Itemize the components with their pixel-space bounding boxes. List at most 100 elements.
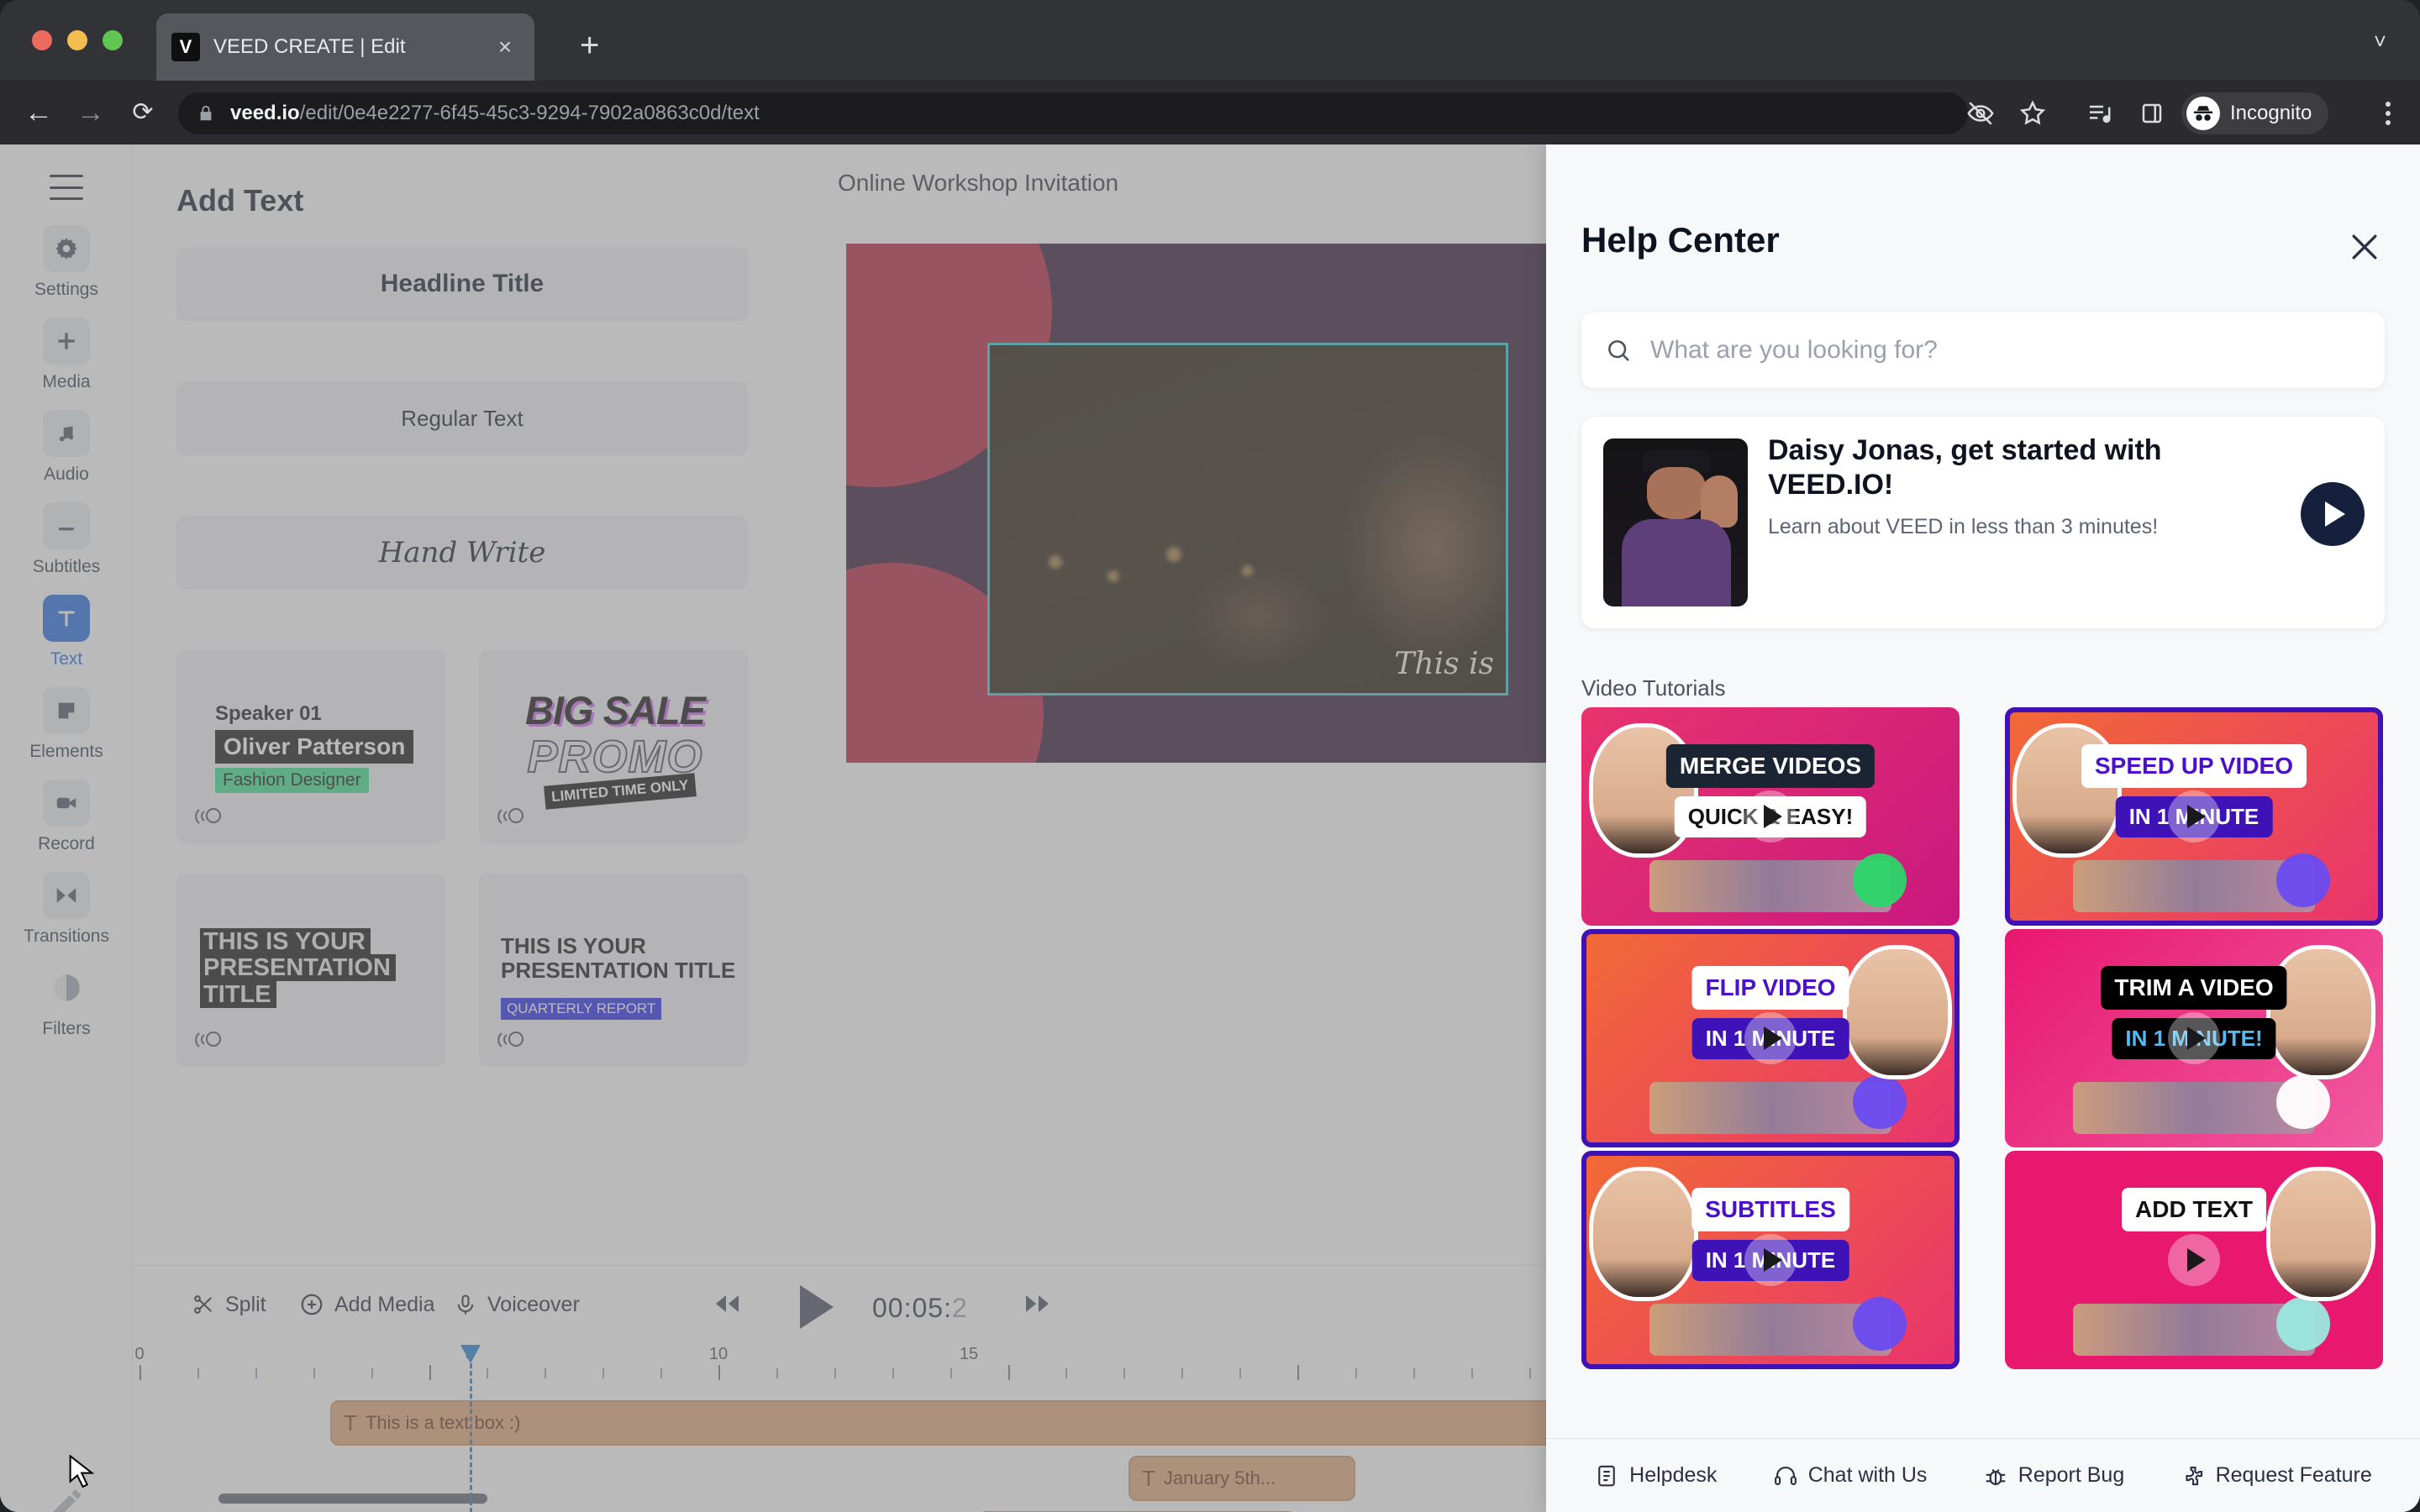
timeline: Split Add Media Voiceover 00:05:2 0 10 1…	[133, 1265, 1763, 1512]
current-time: 00:05:2	[872, 1293, 968, 1324]
veed-favicon-icon: V	[171, 33, 200, 61]
helpdesk-link[interactable]: Helpdesk	[1594, 1463, 1717, 1488]
animation-icon	[195, 1032, 221, 1047]
fast-forward-icon[interactable]	[1023, 1293, 1052, 1321]
thumbnail-headline: TRIM A VIDEO	[2101, 966, 2287, 1010]
preset-hand-write[interactable]: Hand Write	[176, 516, 748, 590]
play-button[interactable]	[2168, 1234, 2220, 1286]
forward-icon[interactable]: →	[72, 94, 109, 131]
close-icon[interactable]	[2346, 228, 2383, 265]
tutorial-card[interactable]: SUBTITLES IN 1 MINUTE	[1581, 1151, 1960, 1369]
search-box[interactable]	[1581, 312, 2385, 388]
edit-pencil-button[interactable]	[0, 1485, 133, 1512]
rewind-icon[interactable]	[713, 1293, 741, 1321]
ruler-tick	[950, 1368, 952, 1378]
search-input[interactable]	[1650, 336, 2356, 365]
play-button[interactable]	[2301, 482, 2365, 546]
music-note-icon	[43, 410, 90, 457]
play-button[interactable]	[1744, 1234, 1797, 1286]
voiceover-button[interactable]: Voiceover	[454, 1286, 580, 1323]
sidebar-item-text[interactable]: Text	[0, 595, 133, 687]
canvas-text-overlay[interactable]: This is	[1394, 647, 1494, 681]
split-button[interactable]: Split	[192, 1286, 266, 1323]
card-line-3: TITLE	[203, 980, 271, 1008]
hamburger-menu-icon[interactable]	[50, 175, 83, 200]
sidebar-item-label: Settings	[34, 280, 98, 299]
subtitles-icon	[43, 502, 90, 549]
play-button[interactable]	[2168, 790, 2220, 843]
new-tab-button[interactable]: +	[580, 29, 599, 62]
ruler-tick	[487, 1368, 489, 1378]
timeline-toolbar: Split Add Media Voiceover 00:05:2	[133, 1266, 1546, 1345]
address-bar[interactable]: veed.io/edit/0e4e2277-6f45-45c3-9294-790…	[178, 92, 1968, 134]
close-icon[interactable]: ×	[491, 35, 519, 59]
sidebar-item-settings[interactable]: Settings	[0, 225, 133, 318]
play-icon	[2186, 805, 2206, 828]
project-title[interactable]: Online Workshop Invitation	[838, 170, 1118, 197]
reload-icon[interactable]: ⟳	[124, 94, 161, 131]
browser-window: V VEED CREATE | Edit × + ˅ ← → ⟳ veed.io…	[0, 0, 2420, 1512]
side-panel-icon[interactable]	[2133, 94, 2171, 133]
timeline-clip[interactable]: T January 5th...	[1128, 1456, 1355, 1501]
canvas-stage: Online Workshop Invitation This is	[796, 144, 1546, 1265]
clip-label: January 5th...	[1163, 1467, 1276, 1488]
sidebar-item-elements[interactable]: Elements	[0, 687, 133, 780]
help-center-body: Daisy Jonas, get started with VEED.IO! L…	[1546, 306, 2420, 1438]
sidebar-item-transitions[interactable]: Transitions	[0, 872, 133, 964]
play-button[interactable]	[2168, 1012, 2220, 1064]
browser-tab[interactable]: V VEED CREATE | Edit ×	[156, 13, 534, 81]
transitions-icon	[43, 872, 90, 919]
card-line-2: PRESENTATION TITLE	[501, 958, 736, 984]
preset-regular-text[interactable]: Regular Text	[176, 381, 748, 455]
eye-slash-icon[interactable]	[1961, 94, 2000, 133]
play-button[interactable]	[795, 1283, 837, 1336]
mouse-cursor	[69, 1455, 95, 1488]
sticker-icon	[43, 687, 90, 734]
text-template-card[interactable]: BIG SALE PROMO LIMITED TIME ONLY	[479, 650, 748, 843]
back-icon[interactable]: ←	[20, 94, 57, 131]
sidebar-item-media[interactable]: Media	[0, 318, 133, 410]
window-maximize-button[interactable]	[103, 30, 123, 50]
media-playlist-icon[interactable]	[2081, 94, 2119, 133]
accent-circle-decoration	[2276, 1297, 2330, 1351]
ruler-tick	[544, 1368, 547, 1378]
video-canvas[interactable]: This is	[846, 244, 1546, 763]
timeline-clip[interactable]: T This is a text box :)	[330, 1400, 1607, 1446]
timeline-ruler[interactable]: 0 5 10 15	[133, 1345, 1763, 1382]
window-close-button[interactable]	[32, 30, 52, 50]
transport-controls: 00:05:2	[713, 1278, 1065, 1336]
profile-button[interactable]: Incognito	[2181, 92, 2329, 134]
chevron-down-icon[interactable]: ˅	[2374, 29, 2386, 54]
browser-menu-icon[interactable]	[2376, 94, 2400, 133]
ruler-tick	[1528, 1368, 1531, 1378]
text-template-card[interactable]: Speaker 01 Oliver Patterson Fashion Desi…	[176, 650, 445, 843]
document-icon	[1598, 1465, 1615, 1486]
timeline-horizontal-scrollbar[interactable]	[218, 1494, 487, 1504]
play-button[interactable]	[1744, 790, 1797, 843]
star-icon[interactable]	[2013, 94, 2052, 133]
sidebar-item-audio[interactable]: Audio	[0, 410, 133, 502]
text-template-card[interactable]: THIS IS YOUR PRESENTATION TITLE	[176, 874, 445, 1067]
play-button[interactable]	[1744, 1012, 1797, 1064]
window-minimize-button[interactable]	[67, 30, 87, 50]
help-center-footer: Helpdesk Chat with Us Report Bug Request…	[1546, 1438, 2420, 1512]
preset-headline-title[interactable]: Headline Title	[176, 247, 748, 321]
selected-video-element[interactable]: This is	[987, 343, 1508, 696]
featured-video-card[interactable]: Daisy Jonas, get started with VEED.IO! L…	[1581, 417, 2385, 628]
text-t-icon	[43, 595, 90, 642]
text-t-icon: T	[344, 1410, 357, 1436]
card-line-2: Oliver Patterson	[215, 730, 414, 764]
text-template-card[interactable]: THIS IS YOUR PRESENTATION TITLE QUARTERL…	[479, 874, 748, 1067]
footer-label: Chat with Us	[1807, 1463, 1928, 1487]
sidebar-item-label: Elements	[29, 742, 103, 761]
report-bug-link[interactable]: Report Bug	[1983, 1463, 2124, 1488]
sidebar-item-record[interactable]: Record	[0, 780, 133, 872]
tutorial-card[interactable]: ADD TEXT	[2005, 1151, 2383, 1369]
chat-with-us-link[interactable]: Chat with Us	[1773, 1463, 1928, 1488]
sidebar-item-subtitles[interactable]: Subtitles	[0, 502, 133, 595]
request-feature-link[interactable]: Request Feature	[2181, 1463, 2372, 1488]
bug-icon	[1986, 1468, 2006, 1485]
card-line-2: PRESENTATION	[203, 954, 391, 982]
add-media-button[interactable]: Add Media	[299, 1286, 435, 1323]
sidebar-item-filters[interactable]: Filters	[0, 964, 133, 1057]
